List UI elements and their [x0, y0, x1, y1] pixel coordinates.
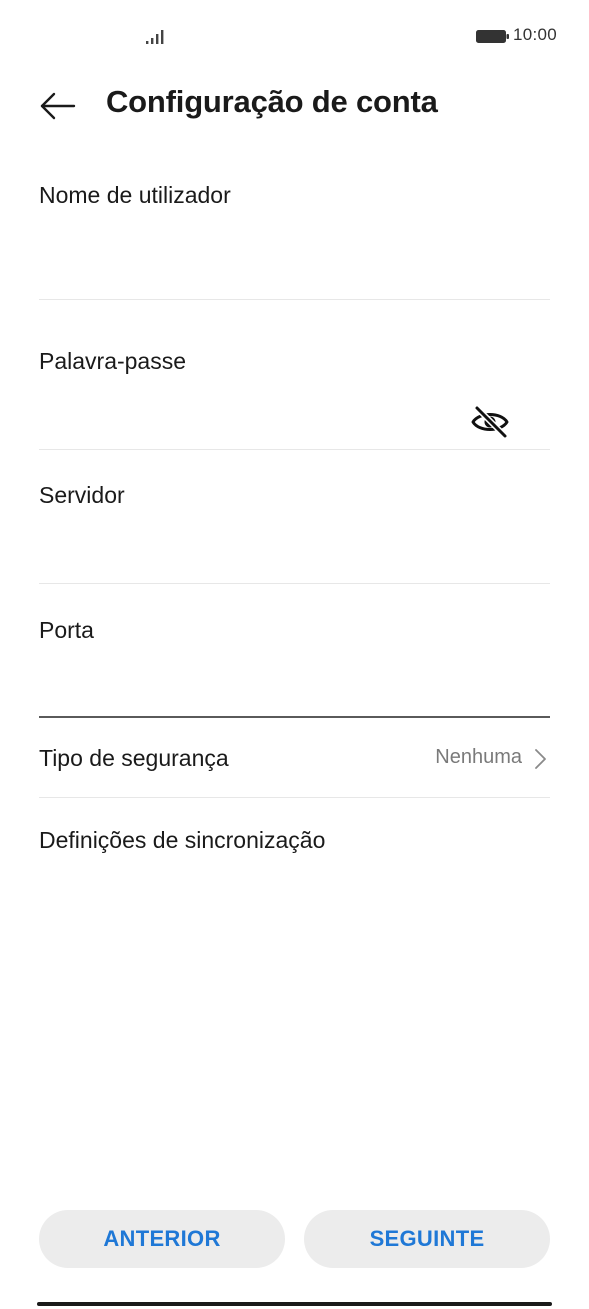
- sync-settings-label: Definições de sincronização: [39, 827, 326, 853]
- password-label: Palavra-passe: [39, 348, 187, 374]
- server-input[interactable]: [39, 534, 550, 574]
- status-time: 10:00: [513, 25, 558, 44]
- page-title: Configuração de conta: [106, 84, 438, 119]
- password-divider: [39, 449, 550, 450]
- arrow-left-icon: [40, 92, 76, 120]
- previous-button[interactable]: ANTERIOR: [39, 1210, 285, 1268]
- chevron-right-icon: [535, 749, 546, 769]
- app-header: Configuração de conta: [0, 72, 589, 142]
- home-indicator: [37, 1302, 552, 1306]
- server-divider: [39, 583, 550, 584]
- security-type-value: Nenhuma: [435, 746, 522, 768]
- port-input[interactable]: [39, 669, 550, 709]
- battery-full-icon: [476, 30, 509, 43]
- password-visibility-toggle[interactable]: [470, 402, 510, 442]
- server-field: Servidor: [39, 480, 550, 585]
- signal-bars-icon: [146, 30, 164, 44]
- security-type-label: Tipo de segurança: [39, 745, 229, 771]
- port-field: Porta: [39, 615, 550, 719]
- server-label: Servidor: [39, 482, 125, 508]
- next-button[interactable]: SEGUINTE: [304, 1210, 550, 1268]
- sync-settings-row[interactable]: Definições de sincronização: [39, 800, 550, 880]
- username-label: Nome de utilizador: [39, 182, 231, 208]
- back-button[interactable]: [38, 86, 78, 126]
- port-label: Porta: [39, 617, 94, 643]
- password-input[interactable]: [39, 398, 499, 438]
- username-divider: [39, 299, 550, 300]
- username-field: Nome de utilizador: [39, 180, 550, 301]
- security-divider: [39, 797, 550, 798]
- eye-off-icon: [471, 405, 509, 439]
- status-bar: 10:00: [0, 0, 589, 72]
- security-type-row[interactable]: Tipo de segurança Nenhuma: [39, 718, 550, 798]
- username-input[interactable]: [39, 240, 550, 280]
